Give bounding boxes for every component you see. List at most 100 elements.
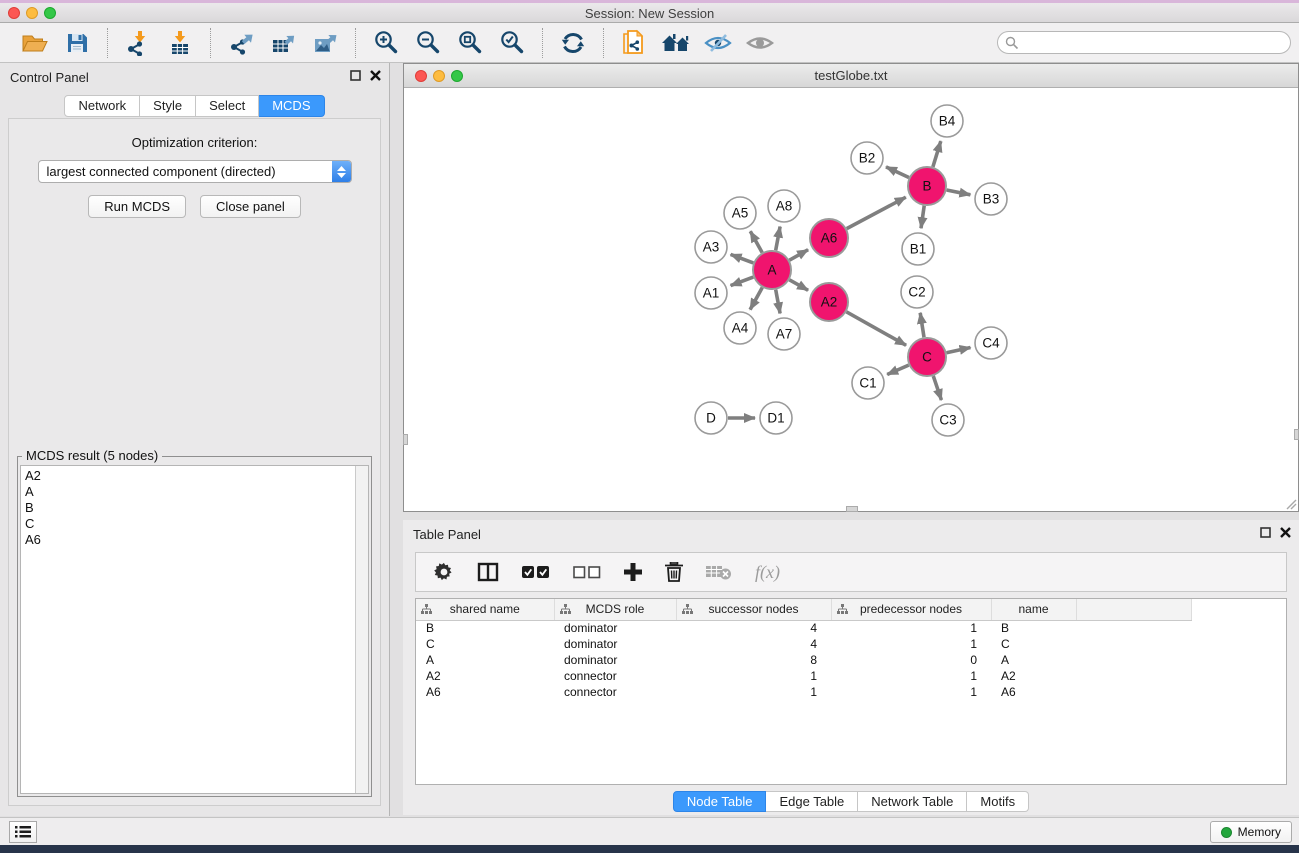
close-panel-icon[interactable] (1280, 527, 1291, 538)
splitter-handle-bottom[interactable] (846, 506, 858, 512)
import-table-icon[interactable] (159, 26, 201, 60)
mcds-result-list[interactable]: A2ABCA6 (20, 465, 369, 794)
svg-text:D1: D1 (767, 411, 784, 426)
desktop-edge (0, 845, 1299, 853)
graph-node-B3[interactable]: B3 (975, 183, 1007, 215)
graph-edge-C-C3 (933, 376, 941, 400)
result-item[interactable]: A6 (25, 532, 352, 548)
column-header-name[interactable]: name (991, 599, 1076, 620)
graph-edge-B-B3 (947, 190, 971, 195)
result-item[interactable]: C (25, 516, 352, 532)
import-network-icon[interactable] (117, 26, 159, 60)
network-canvas[interactable]: B4 B2 B B3 A5 A8 A6 A3 A B1 A1 A2 C2 A4 A7 C4 C C1 D D1 C3 (404, 89, 1298, 512)
graph-node-C4[interactable]: C4 (975, 327, 1007, 359)
graph-edge-A-A7 (776, 290, 780, 314)
export-image-icon[interactable] (304, 26, 346, 60)
table-row[interactable]: Cdominator41C (416, 636, 1191, 652)
graph-node-A[interactable]: A (753, 251, 791, 289)
close-panel-icon[interactable] (370, 70, 381, 81)
table-row[interactable]: A2connector11A2 (416, 668, 1191, 684)
tab-node-table[interactable]: Node Table (673, 791, 767, 812)
splitter-handle-right[interactable] (1294, 429, 1299, 440)
tab-motifs[interactable]: Motifs (967, 791, 1029, 812)
table-row[interactable]: Adominator80A (416, 652, 1191, 668)
graph-node-A6[interactable]: A6 (810, 219, 848, 257)
graph-node-B1[interactable]: B1 (902, 233, 934, 265)
table-panel: Table Panel (403, 520, 1299, 815)
node-table: shared nameMCDS rolesuccessor nodesprede… (415, 598, 1287, 785)
column-header-successor-nodes[interactable]: successor nodes (676, 599, 831, 620)
show-eye-icon[interactable] (739, 26, 781, 60)
graph-node-C1[interactable]: C1 (852, 367, 884, 399)
graph-node-B4[interactable]: B4 (931, 105, 963, 137)
result-item[interactable]: A2 (25, 468, 352, 484)
task-history-button[interactable] (9, 821, 37, 843)
deselect-all-icon[interactable] (573, 566, 601, 579)
svg-text:C2: C2 (908, 285, 925, 300)
zoom-selected-icon[interactable] (491, 26, 533, 60)
gear-icon[interactable] (434, 562, 454, 582)
zoom-in-icon[interactable] (365, 26, 407, 60)
result-item[interactable]: B (25, 500, 352, 516)
select-all-icon[interactable] (522, 566, 550, 579)
close-panel-button[interactable]: Close panel (200, 195, 301, 218)
toolbar-separator (107, 28, 108, 58)
memory-button[interactable]: Memory (1210, 821, 1292, 843)
table-row[interactable]: A6connector11A6 (416, 684, 1191, 700)
open-folder-icon[interactable] (14, 26, 56, 60)
tab-mcds[interactable]: MCDS (259, 95, 324, 117)
float-panel-icon[interactable] (350, 70, 361, 81)
splitter-handle-left[interactable] (403, 434, 408, 445)
search-input[interactable] (997, 31, 1291, 54)
hide-panel-eye-icon[interactable] (697, 26, 739, 60)
float-panel-icon[interactable] (1260, 527, 1271, 538)
graph-node-A8[interactable]: A8 (768, 190, 800, 222)
graph-node-C2[interactable]: C2 (901, 276, 933, 308)
export-table-icon[interactable] (262, 26, 304, 60)
tab-network-table[interactable]: Network Table (858, 791, 967, 812)
graph-node-C3[interactable]: C3 (932, 404, 964, 436)
refresh-icon[interactable] (552, 26, 594, 60)
select-stepper-icon (332, 161, 351, 182)
export-network-icon[interactable] (220, 26, 262, 60)
graph-node-A7[interactable]: A7 (768, 318, 800, 350)
column-visibility-icon[interactable] (477, 562, 499, 582)
graph-node-A5[interactable]: A5 (724, 197, 756, 229)
delete-column-icon[interactable] (665, 562, 683, 582)
resize-grip-icon[interactable] (1285, 498, 1297, 510)
tab-network[interactable]: Network (64, 95, 140, 117)
graph-node-B[interactable]: B (908, 167, 946, 205)
save-session-icon[interactable] (56, 26, 98, 60)
graph-edge-A-A6 (789, 250, 808, 261)
zoom-out-icon[interactable] (407, 26, 449, 60)
result-list-scrollbar[interactable] (355, 466, 368, 793)
column-header-spacer[interactable] (1076, 599, 1191, 620)
open-session-icon[interactable] (613, 26, 655, 60)
zoom-fit-icon[interactable] (449, 26, 491, 60)
graph-node-D[interactable]: D (695, 402, 727, 434)
table-row[interactable]: Bdominator41B (416, 620, 1191, 636)
result-item[interactable]: A (25, 484, 352, 500)
tab-edge-table[interactable]: Edge Table (766, 791, 858, 812)
graph-node-A1[interactable]: A1 (695, 277, 727, 309)
tab-style[interactable]: Style (140, 95, 196, 117)
criterion-select[interactable]: largest connected component (directed) (38, 160, 352, 183)
run-mcds-button[interactable]: Run MCDS (88, 195, 186, 218)
column-header-shared-name[interactable]: shared name (416, 599, 554, 620)
column-header-MCDS-role[interactable]: MCDS role (554, 599, 676, 620)
graph-node-D1[interactable]: D1 (760, 402, 792, 434)
add-column-icon[interactable] (624, 563, 642, 581)
graph-node-A4[interactable]: A4 (724, 312, 756, 344)
control-panel: Control Panel NetworkStyleSelectMCDS Opt… (0, 63, 390, 816)
svg-text:A6: A6 (821, 231, 838, 246)
graph-node-A2[interactable]: A2 (810, 283, 848, 321)
graph-node-B2[interactable]: B2 (851, 142, 883, 174)
svg-text:C4: C4 (982, 336, 1000, 351)
home-overview-icon[interactable] (655, 26, 697, 60)
column-header-predecessor-nodes[interactable]: predecessor nodes (831, 599, 991, 620)
tab-select[interactable]: Select (196, 95, 259, 117)
graph-node-C[interactable]: C (908, 338, 946, 376)
svg-text:A7: A7 (776, 327, 793, 342)
graph-node-A3[interactable]: A3 (695, 231, 727, 263)
control-panel-title: Control Panel (10, 70, 89, 85)
